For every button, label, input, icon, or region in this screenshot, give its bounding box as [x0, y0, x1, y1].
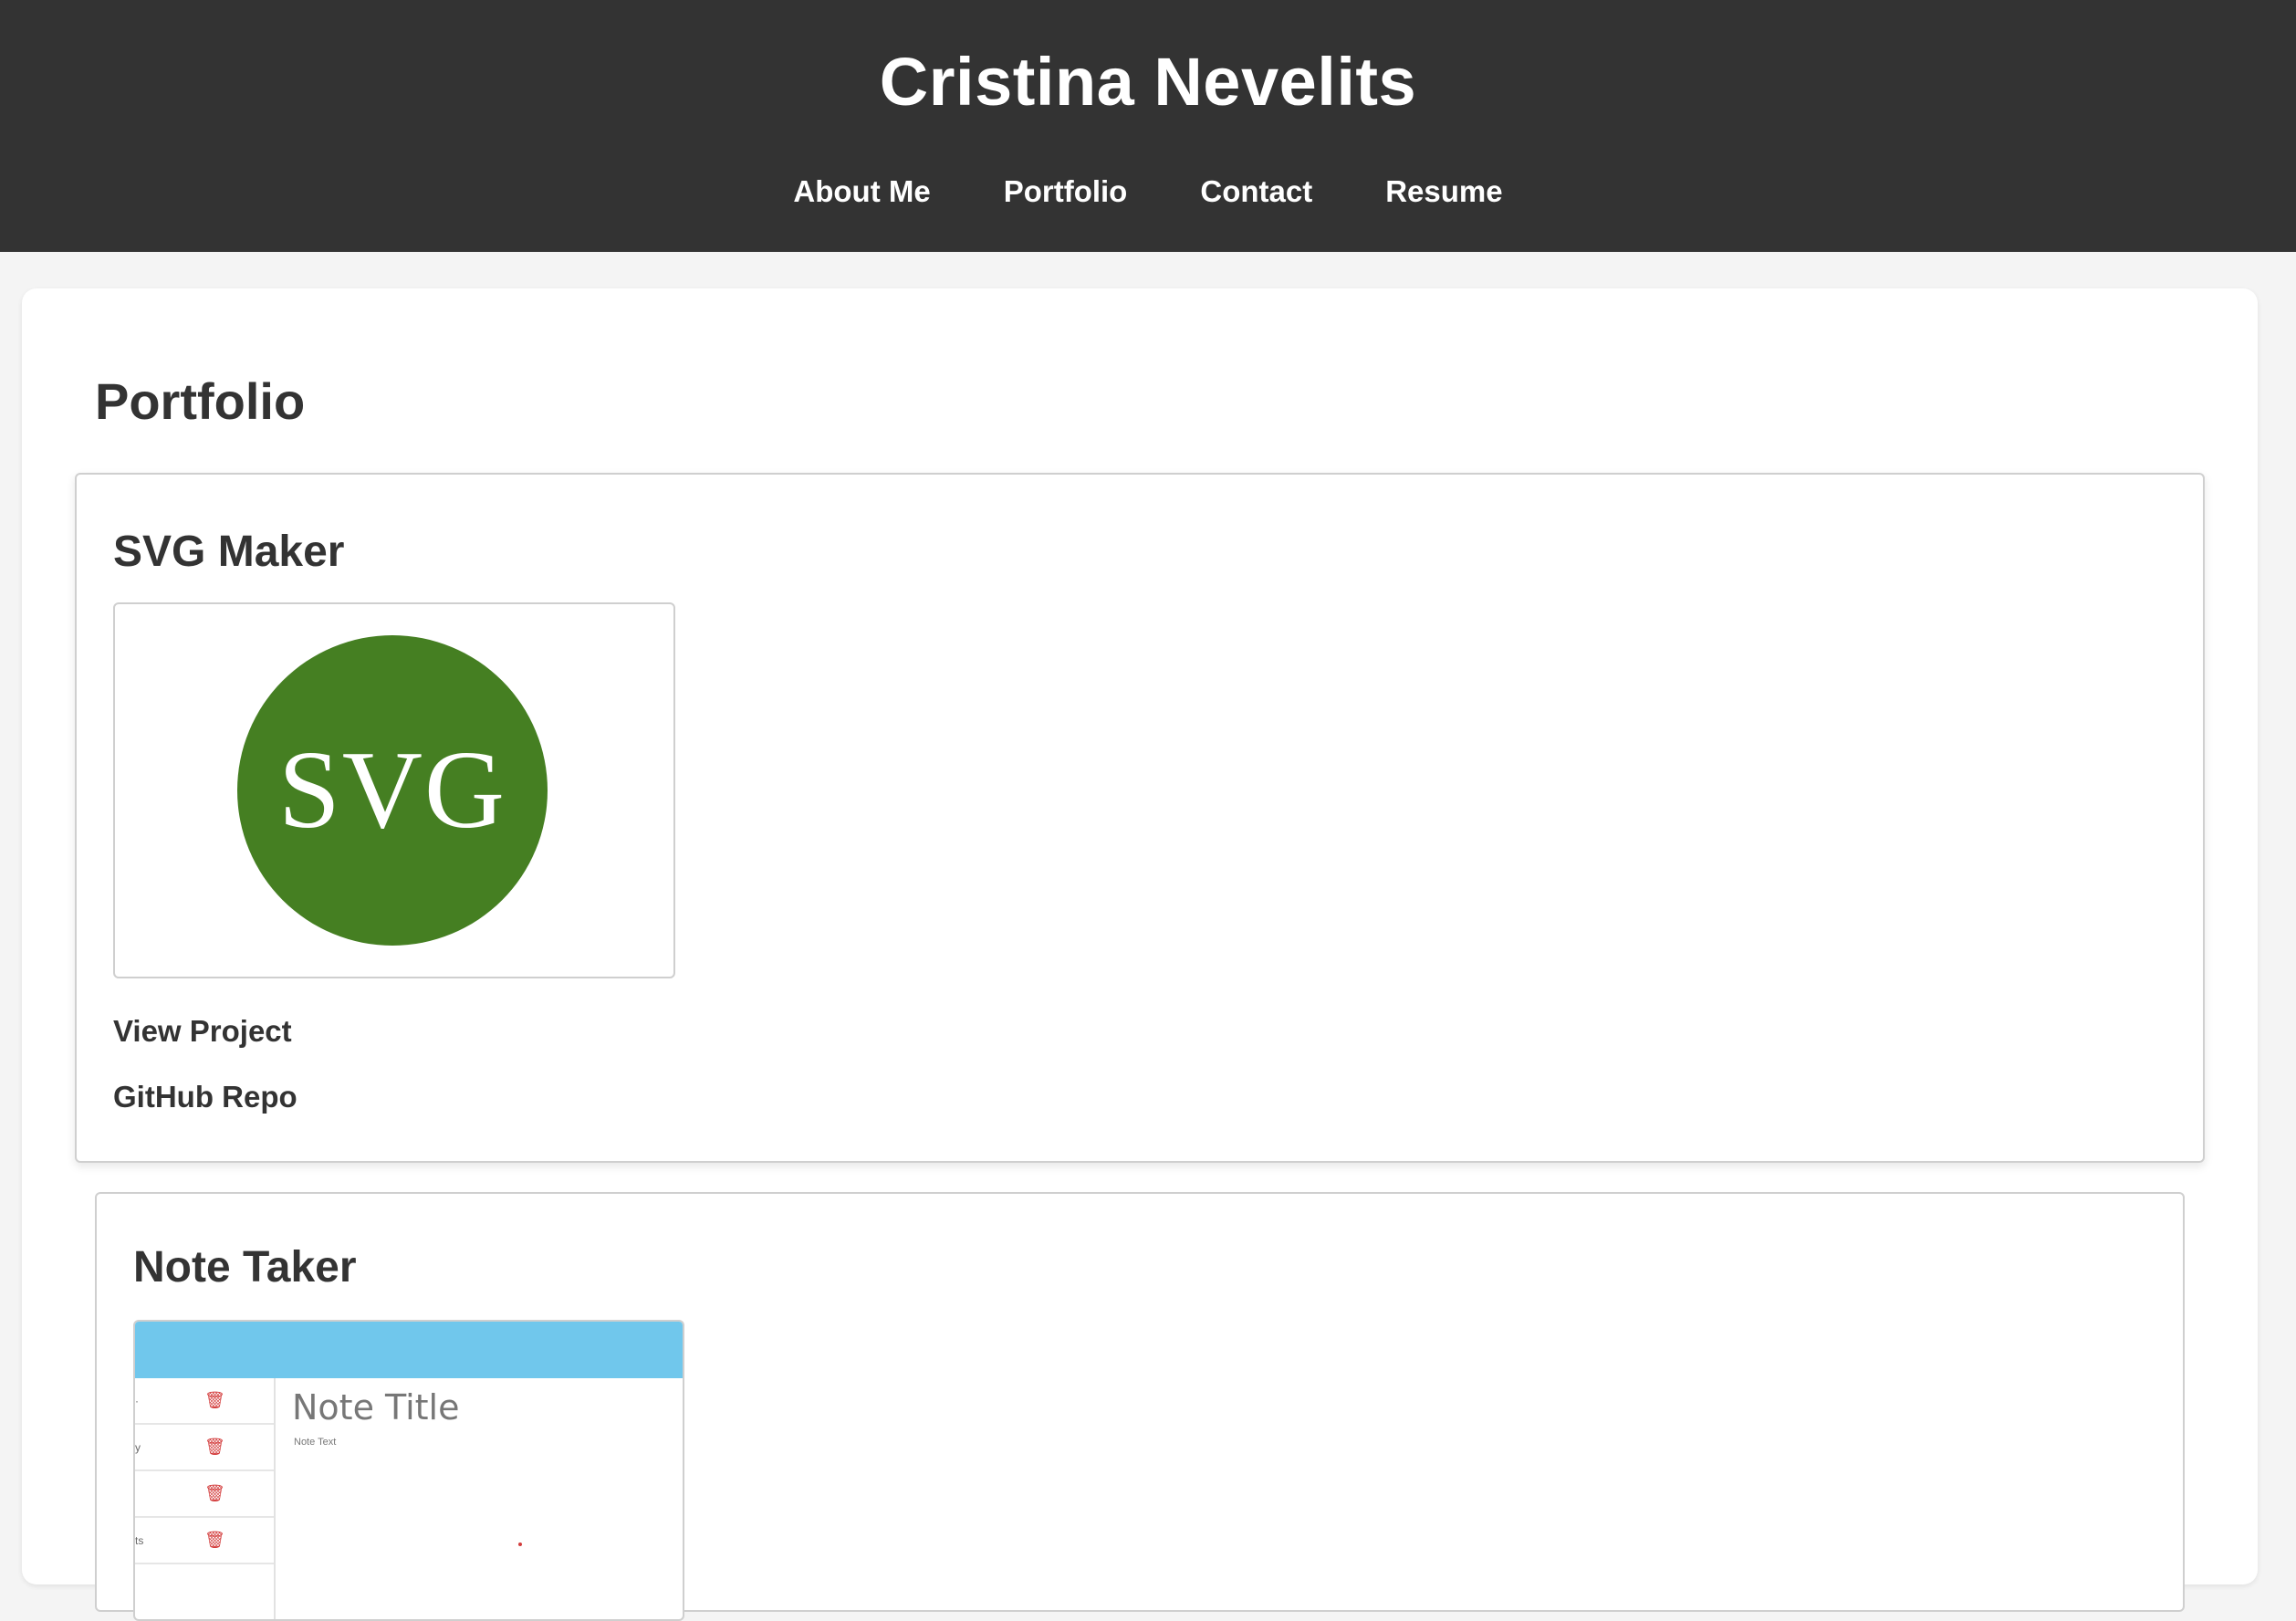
preview-navbar: [135, 1322, 683, 1378]
project-card-note-taker: Note Taker · 🗑 y 🗑 🗑 ts 🗑 Note Title Not…: [95, 1192, 2185, 1621]
github-repo-link[interactable]: GitHub Repo: [113, 1079, 297, 1115]
nav-portfolio[interactable]: Portfolio: [1004, 168, 1128, 215]
project-card-svg-maker: SVG Maker SVG View Project GitHub Repo: [75, 473, 2205, 1163]
trash-icon: 🗑: [204, 1438, 225, 1456]
svg-logo: SVG: [237, 635, 548, 946]
nav-contact[interactable]: Contact: [1200, 168, 1312, 215]
project-links: View Project GitHub Repo: [113, 1013, 297, 1145]
nav-about-me[interactable]: About Me: [793, 168, 930, 215]
section-title: Portfolio: [95, 372, 306, 430]
trash-icon: 🗑: [204, 1484, 225, 1502]
list-item-label: y: [135, 1441, 141, 1454]
list-item: y 🗑: [135, 1425, 274, 1471]
preview-cursor-dot: [518, 1543, 522, 1546]
preview-note-list: · 🗑 y 🗑 🗑 ts 🗑: [135, 1378, 276, 1619]
list-item: ts 🗑: [135, 1518, 274, 1564]
list-item-label: ts: [135, 1534, 144, 1547]
preview-note-title: Note Title: [292, 1387, 460, 1428]
project-thumbnail[interactable]: · 🗑 y 🗑 🗑 ts 🗑 Note Title Note Text: [133, 1320, 684, 1621]
site-title: Cristina Nevelits: [879, 44, 1417, 120]
trash-icon: 🗑: [204, 1391, 225, 1409]
site-header: Cristina Nevelits About Me Portfolio Con…: [0, 0, 2296, 252]
project-title: Note Taker: [133, 1243, 357, 1292]
nav-resume[interactable]: Resume: [1385, 168, 1502, 215]
list-item: 🗑: [135, 1471, 274, 1518]
view-project-link[interactable]: View Project: [113, 1013, 297, 1050]
preview-note-text: Note Text: [294, 1437, 337, 1448]
list-item: · 🗑: [135, 1378, 274, 1425]
list-item-label: ·: [135, 1395, 139, 1407]
trash-icon: 🗑: [204, 1531, 225, 1549]
project-thumbnail[interactable]: SVG: [113, 602, 675, 978]
main-nav: About Me Portfolio Contact Resume: [0, 168, 2296, 215]
project-title: SVG Maker: [113, 528, 345, 576]
